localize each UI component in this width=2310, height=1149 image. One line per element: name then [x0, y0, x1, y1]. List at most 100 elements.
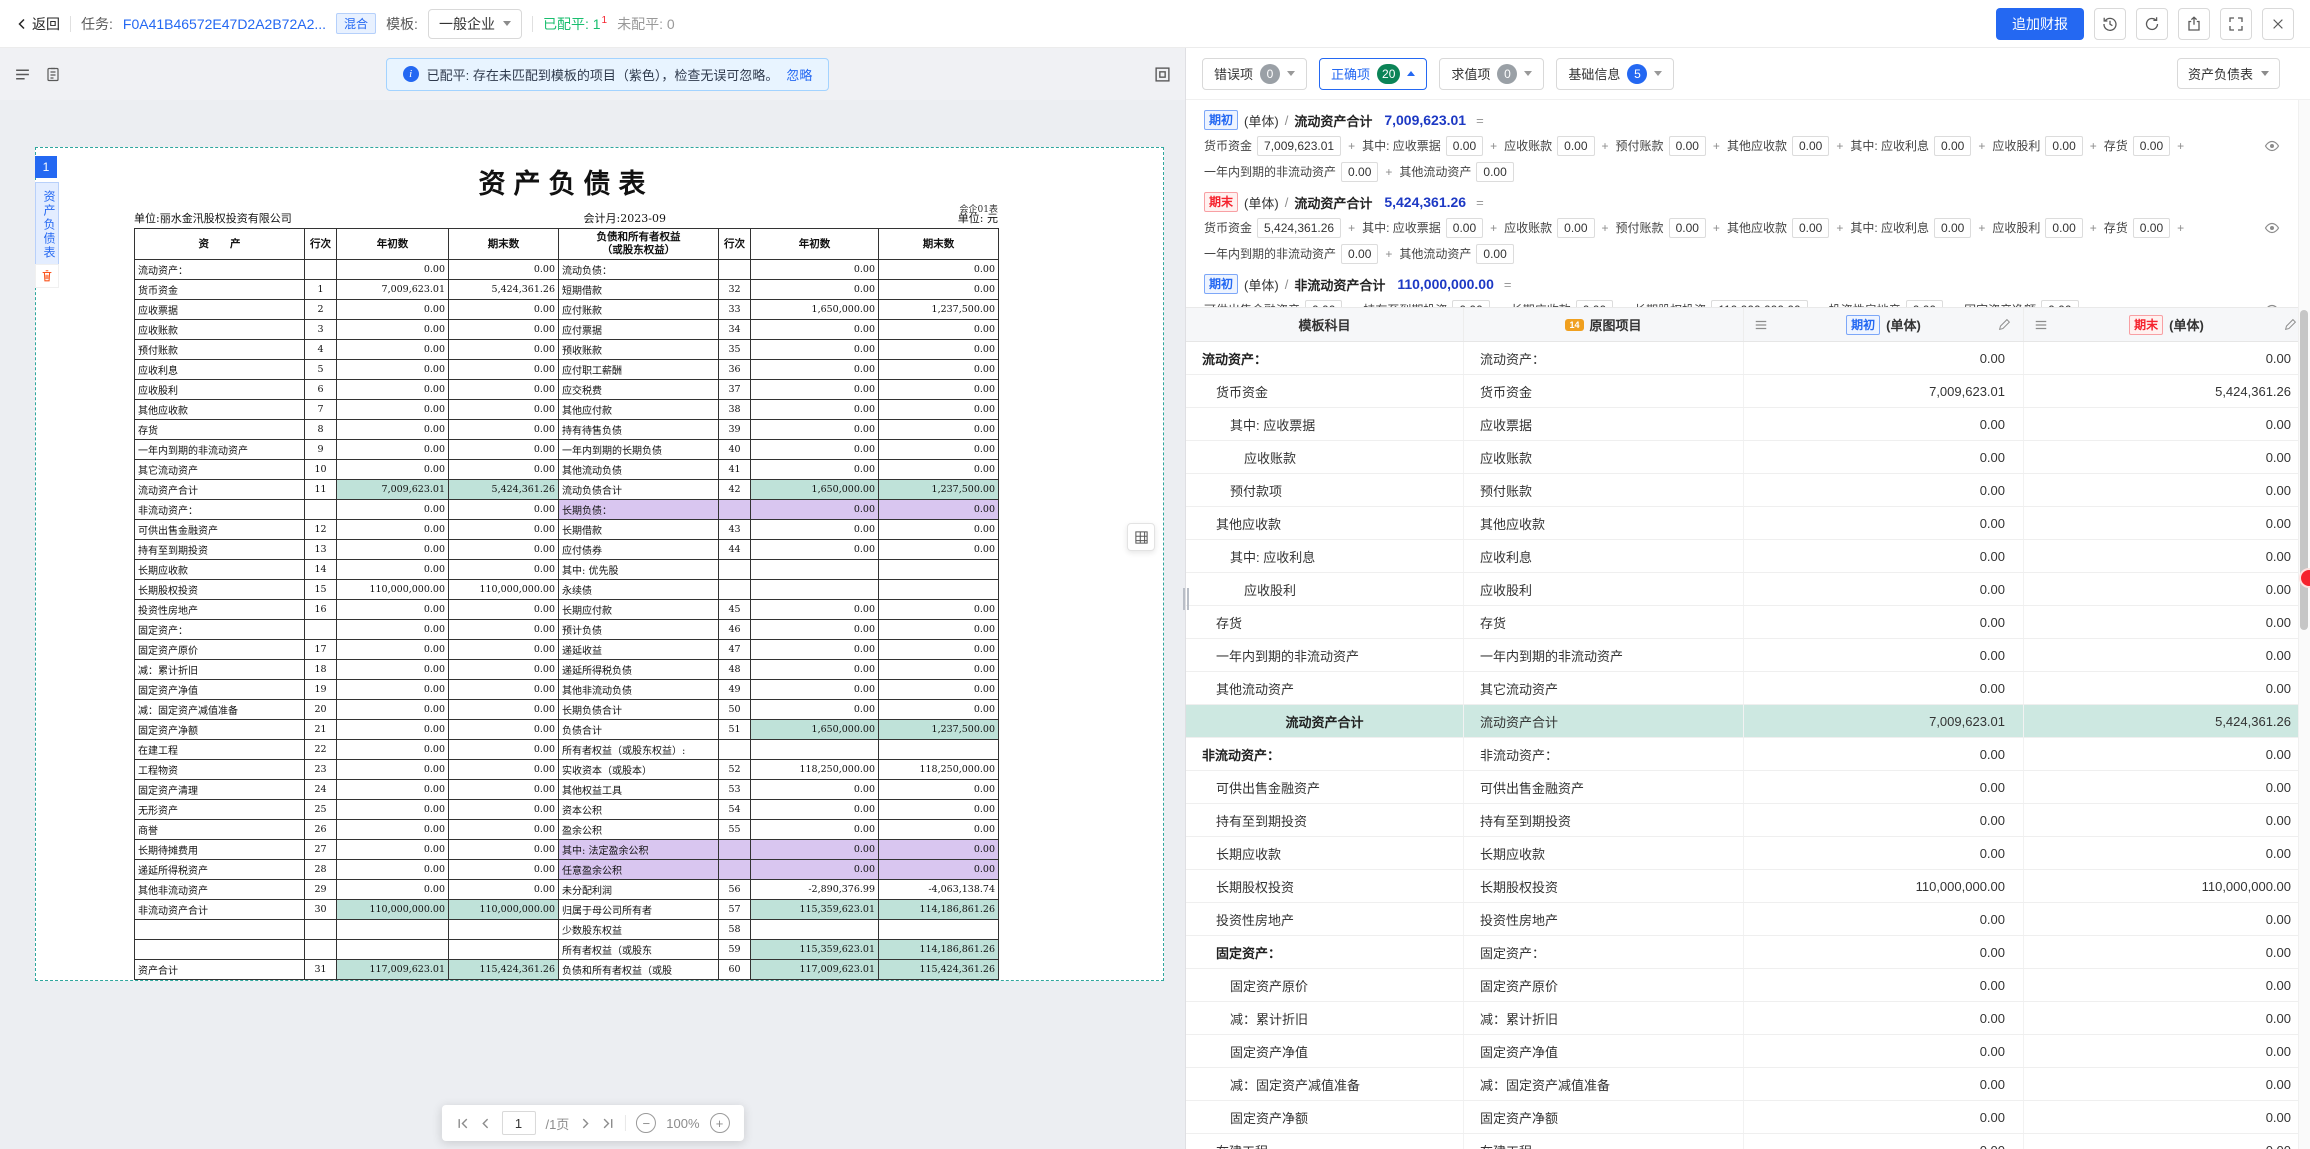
formula-item: 其中: 应收票据0.00 — [1362, 139, 1483, 153]
panel-resize-handle[interactable] — [1181, 581, 1191, 617]
check-table: 模板科目 14 原图项目 期初 (单体) — [1186, 308, 2310, 1149]
check-table-row[interactable]: 长期股权投资长期股权投资110,000,000.00110,000,000.00 — [1186, 870, 2310, 903]
eye-icon[interactable] — [2264, 220, 2280, 239]
check-table-row[interactable]: 货币资金货币资金7,009,623.015,424,361.26 — [1186, 375, 2310, 408]
ignore-link[interactable]: 忽略 — [786, 65, 812, 84]
first-page-icon[interactable] — [455, 1117, 468, 1130]
report-type-select[interactable]: 资产负债表 — [2177, 58, 2280, 89]
begin-value: 0.00 — [1744, 738, 2024, 770]
asset-line-no: 11 — [305, 480, 337, 500]
sheet-header-cell: 期末数 — [879, 229, 999, 260]
liability-line-no: 39 — [719, 420, 751, 440]
end-value: 0.00 — [2024, 1068, 2310, 1100]
formula-item: 存货0.00 — [2104, 221, 2170, 235]
selected-page[interactable]: 1 资产负债表 资产负债表 会企01表 单位:丽水金汛股权投资有限公司 会计月:… — [35, 147, 1164, 981]
eye-icon[interactable] — [2264, 138, 2280, 157]
original-item: 可供出售金融资产 — [1464, 771, 1744, 803]
scrollbar[interactable] — [2298, 100, 2310, 1149]
history-icon[interactable] — [2094, 8, 2126, 40]
check-table-row[interactable]: 应收账款应收账款0.000.00 — [1186, 441, 2310, 474]
template-select[interactable]: 一般企业 — [428, 9, 522, 39]
check-table-row[interactable]: 固定资产原价固定资产原价0.000.00 — [1186, 969, 2310, 1002]
check-table-row[interactable]: 非流动资产：非流动资产：0.000.00 — [1186, 738, 2310, 771]
task-id-link[interactable]: F0A41B46572E47D2A2B72A2... — [123, 16, 326, 32]
liability-begin-value: 1,650,000.00 — [751, 300, 879, 320]
template-subject: 应收账款 — [1186, 441, 1464, 473]
edit-icon[interactable] — [1998, 318, 2011, 331]
original-item: 固定资产净额 — [1464, 1101, 1744, 1133]
check-table-row[interactable]: 可供出售金融资产可供出售金融资产0.000.00 — [1186, 771, 2310, 804]
original-item: 长期股权投资 — [1464, 870, 1744, 902]
formula-item-name: 应收账款 — [1504, 221, 1552, 235]
asset-begin-value: 0.00 — [337, 800, 449, 820]
verification-panel: 错误项 0 正确项 20 求值项 0 基础信息 5 — [1186, 48, 2310, 1149]
check-table-row[interactable]: 长期应收款长期应收款0.000.00 — [1186, 837, 2310, 870]
asset-name: 非流动资产合计 — [135, 900, 305, 920]
delete-page-button[interactable] — [35, 264, 59, 288]
check-table-row[interactable]: 固定资产净值固定资产净值0.000.00 — [1186, 1035, 2310, 1068]
list-icon[interactable] — [2034, 318, 2048, 332]
template-subject: 其他流动资产 — [1186, 672, 1464, 704]
filter-error-items[interactable]: 错误项 0 — [1202, 58, 1307, 90]
fullscreen-icon[interactable] — [2220, 8, 2252, 40]
back-button[interactable]: 返回 — [16, 14, 60, 34]
check-table-row[interactable]: 固定资产：固定资产：0.000.00 — [1186, 936, 2310, 969]
check-table-row[interactable]: 流动资产合计流动资产合计7,009,623.015,424,361.26 — [1186, 705, 2310, 738]
clipboard-icon[interactable] — [45, 66, 61, 82]
check-table-row[interactable]: 存货存货0.000.00 — [1186, 606, 2310, 639]
check-table-row[interactable]: 其中: 应收利息应收利息0.000.00 — [1186, 540, 2310, 573]
prev-page-icon[interactable] — [478, 1117, 491, 1130]
check-table-row[interactable]: 其中: 应收票据应收票据0.000.00 — [1186, 408, 2310, 441]
sheet-header-cell: 行次 — [305, 229, 337, 260]
check-table-row[interactable]: 持有至到期投资持有至到期投资0.000.00 — [1186, 804, 2310, 837]
close-icon[interactable] — [2262, 8, 2294, 40]
original-item: 其他应收款 — [1464, 507, 1744, 539]
list-icon[interactable] — [1754, 318, 1768, 332]
edit-icon[interactable] — [2284, 318, 2297, 331]
zoom-out-icon[interactable]: − — [636, 1113, 656, 1133]
original-item: 固定资产原价 — [1464, 969, 1744, 1001]
check-table-row[interactable]: 减：累计折旧减：累计折旧0.000.00 — [1186, 1002, 2310, 1035]
end-value: 0.00 — [2024, 804, 2310, 836]
check-table-row[interactable]: 预付款项预付账款0.000.00 — [1186, 474, 2310, 507]
original-item: 应收利息 — [1464, 540, 1744, 572]
append-report-button[interactable]: 追加财报 — [1996, 8, 2084, 40]
asset-name: 在建工程 — [135, 740, 305, 760]
check-table-row[interactable]: 应收股利应收股利0.000.00 — [1186, 573, 2310, 606]
zoom-in-icon[interactable]: + — [710, 1113, 730, 1133]
last-page-icon[interactable] — [602, 1117, 615, 1130]
filter-evaluate-items[interactable]: 求值项 0 — [1439, 58, 1544, 90]
check-table-row[interactable]: 其他应收款其他应收款0.000.00 — [1186, 507, 2310, 540]
sheet-tab[interactable]: 资产负债表 — [35, 182, 59, 268]
list-icon[interactable] — [14, 66, 31, 83]
check-table-row[interactable]: 一年内到期的非流动资产一年内到期的非流动资产0.000.00 — [1186, 639, 2310, 672]
begin-value: 0.00 — [1744, 1068, 2024, 1100]
original-image-toggle-icon[interactable] — [1154, 66, 1171, 83]
asset-line-no: 15 — [305, 580, 337, 600]
sheet-row: 预付账款40.000.00预收账款350.000.00 — [135, 340, 999, 360]
liability-name: 短期借款 — [559, 280, 719, 300]
check-table-row[interactable]: 在建工程在建工程0.000.00 — [1186, 1134, 2310, 1149]
begin-value: 0.00 — [1744, 507, 2024, 539]
end-value: 0.00 — [2024, 441, 2310, 473]
filter-basic-info[interactable]: 基础信息 5 — [1556, 58, 1674, 90]
balance-sheet-table: 资 产行次年初数期末数负债和所有者权益（或股东权益）行次年初数期末数 流动资产：… — [134, 228, 999, 980]
asset-line-no: 23 — [305, 760, 337, 780]
refresh-icon[interactable] — [2136, 8, 2168, 40]
check-table-row[interactable]: 其他流动资产其它流动资产0.000.00 — [1186, 672, 2310, 705]
check-table-row[interactable]: 固定资产净额固定资产净额0.000.00 — [1186, 1101, 2310, 1134]
asset-begin-value: 0.00 — [337, 300, 449, 320]
sheet-row: 固定资产净额210.000.00负债合计511,650,000.001,237,… — [135, 720, 999, 740]
grid-view-button[interactable] — [1127, 523, 1155, 551]
template-label: 模板: — [386, 14, 418, 34]
asset-name — [135, 920, 305, 940]
col-begin-period: 期初 (单体) — [1744, 308, 2024, 341]
next-page-icon[interactable] — [579, 1117, 592, 1130]
check-table-row[interactable]: 流动资产：流动资产：0.000.00 — [1186, 342, 2310, 375]
check-table-row[interactable]: 投资性房地产投资性房地产0.000.00 — [1186, 903, 2310, 936]
filter-correct-items[interactable]: 正确项 20 — [1319, 58, 1427, 90]
check-table-row[interactable]: 减：固定资产减值准备减：固定资产减值准备0.000.00 — [1186, 1068, 2310, 1101]
page-input[interactable]: 1 — [501, 1111, 535, 1135]
filter-count-badge: 0 — [1260, 64, 1280, 84]
export-icon[interactable] — [2178, 8, 2210, 40]
